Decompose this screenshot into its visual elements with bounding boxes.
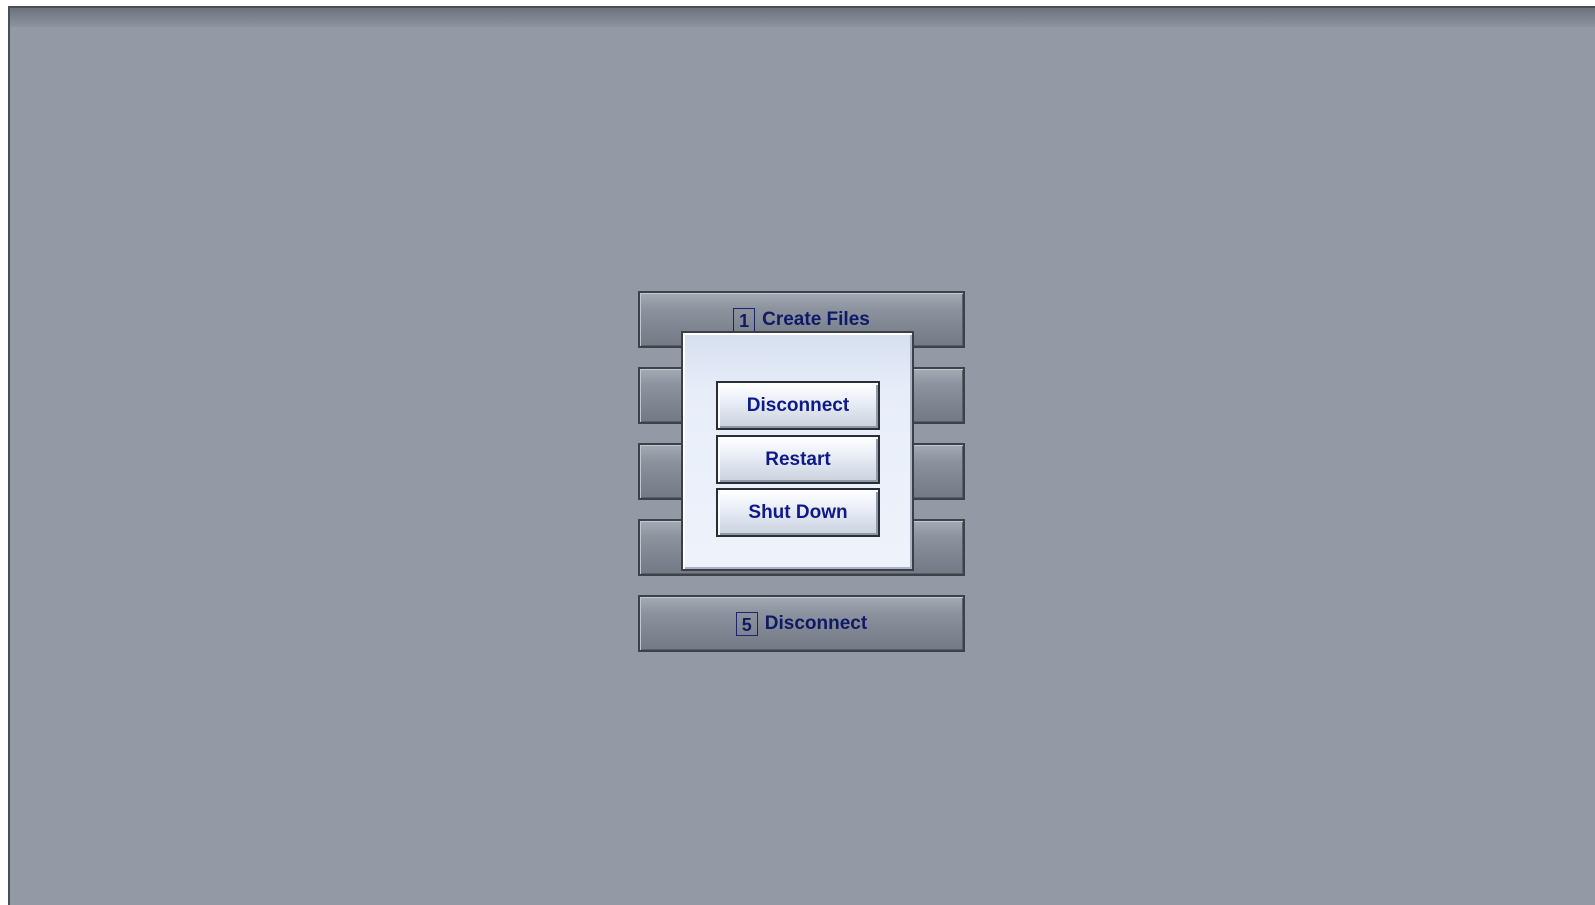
disconnect-button-label: Disconnect bbox=[746, 394, 850, 416]
menu-item-label: Disconnect bbox=[764, 612, 868, 634]
disconnect-button[interactable]: Disconnect bbox=[716, 381, 880, 430]
power-options-dialog: Disconnect Restart Shut Down bbox=[681, 331, 914, 571]
menu-item-label: Create Files bbox=[762, 308, 870, 330]
menu-button-disconnect[interactable]: 5 Disconnect bbox=[638, 595, 965, 652]
restart-button-label: Restart bbox=[765, 448, 831, 470]
app-screen: 1 Create Files 5 Disconnect Disconnect R… bbox=[8, 6, 1595, 905]
restart-button[interactable]: Restart bbox=[716, 435, 880, 484]
shut-down-button[interactable]: Shut Down bbox=[716, 488, 880, 537]
top-bar bbox=[10, 8, 1595, 27]
menu-item-number: 5 bbox=[735, 611, 758, 636]
menu-item-number: 1 bbox=[733, 307, 756, 332]
shut-down-button-label: Shut Down bbox=[748, 501, 848, 523]
